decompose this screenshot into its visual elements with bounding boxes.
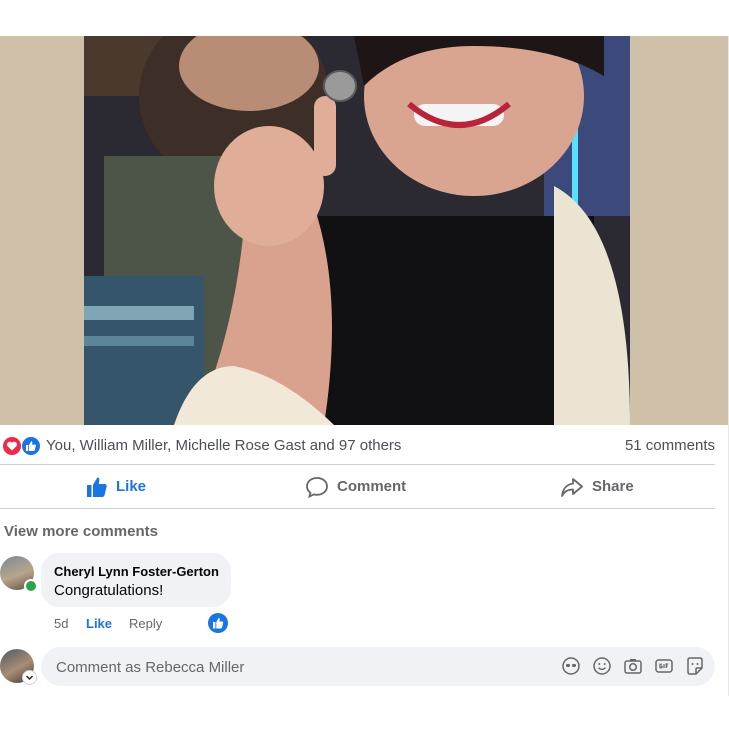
reaction-icons[interactable] bbox=[2, 436, 42, 456]
like-label: Like bbox=[116, 478, 147, 495]
camera-icon[interactable] bbox=[623, 656, 643, 676]
share-icon bbox=[561, 477, 583, 497]
comment-count[interactable]: 51 comments bbox=[625, 437, 715, 454]
comment-reply-link[interactable]: Reply bbox=[129, 616, 162, 631]
share-label: Share bbox=[592, 478, 634, 495]
comment-label: Comment bbox=[337, 478, 407, 495]
comment-like-link[interactable]: Like bbox=[86, 616, 112, 631]
reactions-summary[interactable]: You, William Miller, Michelle Rose Gast … bbox=[0, 430, 715, 462]
facebook-post: You, William Miller, Michelle Rose Gast … bbox=[0, 0, 729, 729]
online-status-dot bbox=[24, 579, 38, 593]
like-button[interactable]: Like bbox=[86, 465, 146, 508]
emoji-icon[interactable] bbox=[592, 656, 612, 676]
post-actions: Like Comment Share bbox=[0, 465, 715, 508]
view-more-comments-link[interactable]: View more comments bbox=[4, 523, 158, 540]
sticker-icon[interactable] bbox=[685, 656, 705, 676]
post-photo[interactable] bbox=[84, 36, 630, 425]
thumbs-up-icon bbox=[21, 436, 41, 456]
comment-button[interactable]: Comment bbox=[305, 465, 406, 508]
composer-tools bbox=[561, 656, 705, 678]
heart-icon bbox=[2, 436, 22, 456]
thumbs-up-icon bbox=[213, 618, 224, 629]
chevron-down-icon[interactable] bbox=[22, 670, 37, 685]
thumbs-up-icon bbox=[87, 476, 107, 497]
comment-reaction-thumbs-up-icon[interactable] bbox=[208, 613, 228, 633]
comment-composer[interactable] bbox=[41, 647, 715, 688]
photo-illustration bbox=[84, 36, 630, 425]
avatar-sticker-icon[interactable] bbox=[561, 656, 581, 676]
divider-bottom bbox=[0, 508, 715, 509]
comment-timestamp[interactable]: 5d bbox=[54, 616, 68, 631]
comment-author[interactable]: Cheryl Lynn Foster-Gerton bbox=[54, 564, 219, 579]
gif-icon[interactable] bbox=[654, 656, 674, 676]
comment-text: Congratulations! bbox=[54, 582, 164, 599]
comment-bubble: Cheryl Lynn Foster-Gerton Congratulation… bbox=[41, 553, 231, 607]
reaction-names[interactable]: You, William Miller, Michelle Rose Gast … bbox=[46, 437, 401, 454]
share-button[interactable]: Share bbox=[560, 465, 634, 508]
comment-icon bbox=[306, 476, 328, 498]
post-photo-container[interactable] bbox=[0, 36, 729, 425]
comment-input[interactable] bbox=[54, 647, 538, 688]
